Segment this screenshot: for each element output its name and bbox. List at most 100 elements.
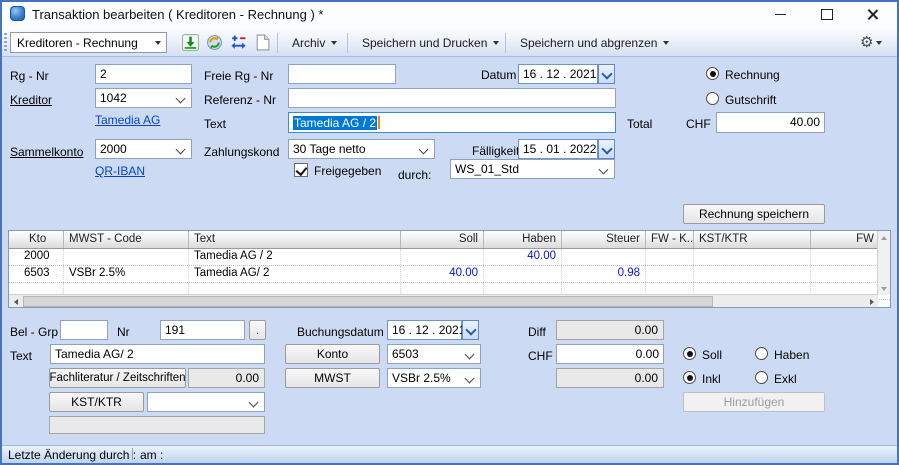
exkl-radio[interactable] [755,371,768,384]
arrow-down-icon [881,287,887,291]
datum-input[interactable]: 16 . 12 . 2021 [518,64,598,84]
zahlungskond-combobox[interactable]: 30 Tage netto [288,139,435,159]
rg-nr-label: Rg - Nr [10,69,49,83]
freigegeben-checkbox[interactable] [294,163,308,177]
table-header-row: Kto MWST - Code Text Soll Haben Steuer F… [9,231,890,249]
inkl-radio-label: Inkl [702,372,721,386]
durch-label: durch: [398,168,431,182]
bel-grp-input[interactable] [60,320,108,340]
minimize-button[interactable] [765,4,795,24]
column-header-haben[interactable]: Haben [484,231,562,248]
column-header-text[interactable]: Text [189,231,401,248]
rg-nr-input[interactable]: 2 [95,64,192,84]
horizontal-scroll-thumb[interactable] [23,296,713,307]
mwst-button[interactable]: MWST [285,368,380,388]
arrow-left-icon [14,299,18,305]
settings-menu-button[interactable]: ⚙ [860,31,882,54]
save-record-icon[interactable] [182,34,199,51]
inkl-radio[interactable] [683,371,696,384]
cell-text: Tamedia AG/ 2 [189,266,401,282]
cell-kto: 6503 [9,266,64,282]
gutschrift-radio[interactable] [706,92,719,105]
mwst-combobox[interactable]: VSBr 2.5% [387,368,481,388]
faelligkeit-input[interactable]: 15 . 01 . 2022 [518,139,598,159]
kst-ktr-combobox[interactable] [147,392,265,412]
steuer-field: 0.00 [556,368,664,388]
nr-input[interactable]: 191 [160,320,245,340]
sammelkonto-combobox[interactable]: 2000 [95,139,192,159]
buchungsdatum-dropdown-button[interactable] [462,320,479,340]
scroll-down-button[interactable] [877,282,890,295]
buchungsdatum-input[interactable]: 16 . 12 . 2021 [387,320,462,340]
save-and-print-menu-button[interactable]: Speichern und Drucken [353,31,508,54]
haben-radio[interactable] [755,347,768,360]
chevron-down-icon [155,41,161,45]
datum-dropdown-button[interactable] [598,64,615,84]
sammelkonto-label[interactable]: Sammelkonto [10,145,83,159]
column-header-mwst[interactable]: MWST - Code [64,231,189,248]
maximize-icon [821,9,833,20]
durch-combobox[interactable]: WS_01_Std [450,159,615,179]
maximize-button[interactable] [812,4,842,24]
entry-text-input[interactable]: Tamedia AG/ 2 [50,344,265,364]
scroll-up-button[interactable] [877,231,890,244]
close-button[interactable] [858,4,888,24]
cell-kst-ktr [694,249,811,265]
toolbar-gripper[interactable] [4,33,7,52]
referenz-nr-input[interactable] [288,88,616,108]
qr-iban-link[interactable]: QR-IBAN [95,164,145,178]
chevron-down-icon [331,41,337,45]
referenz-nr-label: Referenz - Nr [204,93,276,107]
column-header-steuer[interactable]: Steuer [562,231,646,248]
table-row[interactable]: 6503 VSBr 2.5% Tamedia AG/ 2 40.00 0.98 [9,266,890,283]
konto-combobox[interactable]: 6503 [387,344,481,364]
chf-input[interactable]: 0.00 [556,344,664,364]
kreditor-link[interactable]: Tamedia AG [95,113,160,127]
column-header-fw[interactable]: FW [811,231,879,248]
total-currency-label: CHF [686,117,711,131]
freie-rg-nr-input[interactable] [288,64,396,84]
rechnung-radio-label: Rechnung [725,68,780,82]
transaction-type-combobox[interactable]: Kreditoren - Rechnung [10,32,167,53]
faelligkeit-dropdown-button[interactable] [598,139,615,159]
zahlungskond-label: Zahlungskond [204,145,279,159]
gear-icon: ⚙ [860,35,873,50]
total-label: Total [627,117,652,131]
kreditor-combobox[interactable]: 1042 [95,88,192,108]
column-header-kto[interactable]: Kto [9,231,64,248]
exkl-radio-label: Exkl [774,372,797,386]
scroll-right-button[interactable] [865,295,878,308]
last-change-by-label: Letzte Änderung durch : [8,448,136,462]
archiv-menu-button[interactable]: Archiv [283,31,346,54]
cell-haben [484,266,562,282]
kst-ktr-button[interactable]: KST/KTR [49,392,144,412]
cell-haben: 40.00 [484,249,562,265]
text-input[interactable]: Tamedia AG / 2 [288,112,616,133]
toolbar-separator [347,33,348,53]
soll-radio[interactable] [683,347,696,360]
adjust-columns-icon[interactable] [230,34,247,51]
app-icon [10,6,25,21]
column-header-soll[interactable]: Soll [401,231,484,248]
kreditor-label[interactable]: Kreditor [10,93,52,107]
last-change-on-label: am : [140,448,163,462]
konto-button[interactable]: Konto [285,344,380,364]
column-header-kst-ktr[interactable]: KST/KTR [694,231,811,248]
dot-button[interactable]: . [249,320,266,340]
table-row[interactable]: 2000 Tamedia AG / 2 40.00 [9,249,890,266]
booking-lines-table: Kto MWST - Code Text Soll Haben Steuer F… [8,230,891,308]
refresh-icon[interactable] [206,34,223,51]
column-header-fw-kurs[interactable]: FW - K.. [646,231,694,248]
hinzufuegen-button[interactable]: Hinzufügen [683,392,825,412]
total-input[interactable]: 40.00 [716,112,825,133]
vertical-scrollbar[interactable] [877,231,890,295]
fachliteratur-button[interactable]: Fachliteratur / Zeitschriften [49,368,186,388]
horizontal-scrollbar[interactable] [9,294,878,307]
rechnung-radio[interactable] [706,67,719,80]
transaction-type-value: Kreditoren - Rechnung [17,36,138,50]
new-document-icon[interactable] [254,34,271,51]
save-invoice-button[interactable]: Rechnung speichern [683,204,825,224]
scroll-left-button[interactable] [9,295,22,308]
save-and-defer-menu-button[interactable]: Speichern und abgrenzen [511,31,678,54]
info-field [49,416,265,434]
